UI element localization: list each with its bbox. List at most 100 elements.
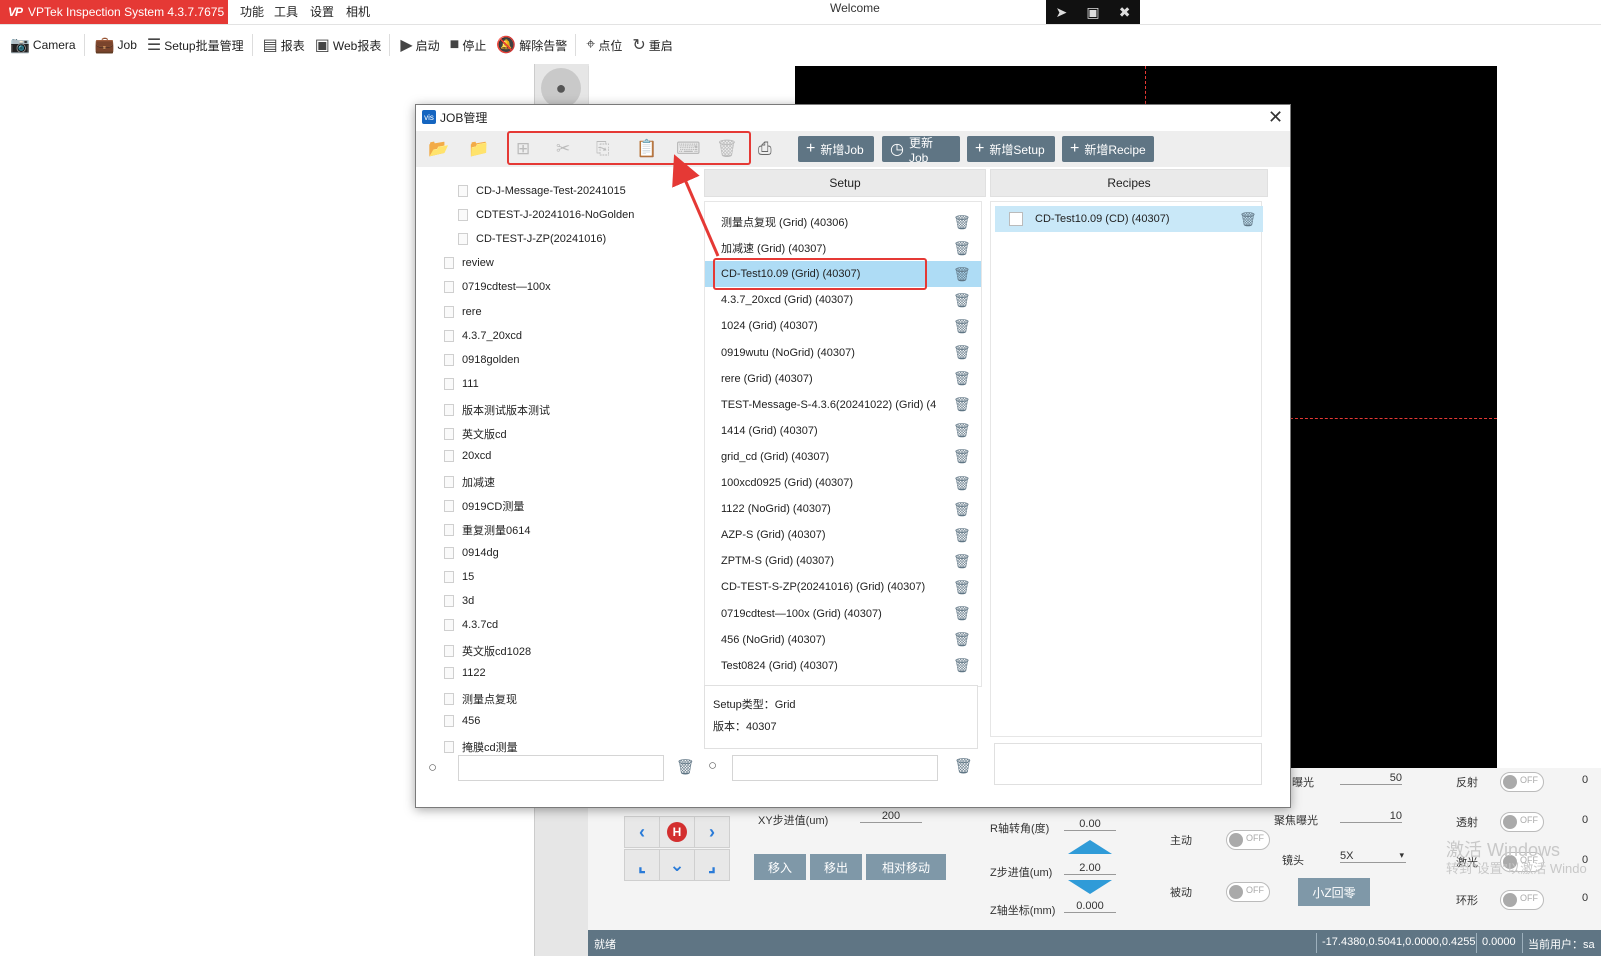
recipe-list[interactable]: CD-Test10.09 (CD) (40307) 🗑 <box>990 201 1263 737</box>
ring-toggle[interactable]: OFF <box>1500 890 1544 910</box>
tree-item[interactable]: 英文版cd <box>444 426 507 442</box>
setup-search-input[interactable] <box>732 755 938 781</box>
trash-icon[interactable]: 🗑 <box>953 292 971 309</box>
setup-item[interactable]: 4.3.7_20xcd (Grid) (40307) 🗑 <box>705 287 981 313</box>
tree-item[interactable]: 111 <box>444 377 479 390</box>
tree-item[interactable]: CDTEST-J-20241016-NoGolden <box>458 209 634 222</box>
setup-item[interactable]: 测量点复现 (Grid) (40306) 🗑 <box>705 209 981 235</box>
trash-icon[interactable]: 🗑 <box>1239 211 1257 228</box>
passive-toggle[interactable]: OFF <box>1226 882 1270 902</box>
trash-icon[interactable]: 🗑 <box>954 757 973 775</box>
report-button[interactable]: ▤ 报表 <box>263 30 305 60</box>
recipe-item[interactable]: CD-Test10.09 (CD) (40307) 🗑 <box>995 206 1263 232</box>
tree-item[interactable]: 英文版cd1028 <box>444 643 531 659</box>
relative-move-button[interactable]: 相对移动 <box>866 854 946 880</box>
tree-item[interactable]: 0918golden <box>444 353 520 366</box>
tree-item[interactable]: 456 <box>444 715 480 728</box>
camera-button[interactable]: 📷 Camera <box>10 30 76 60</box>
new-setup-button[interactable]: + 新增Setup <box>967 136 1055 162</box>
update-job-button[interactable]: ◷ 更新Job <box>882 136 960 165</box>
recipe-checkbox[interactable] <box>1009 212 1023 226</box>
menu-tools[interactable]: 工具 <box>274 3 298 20</box>
active-toggle[interactable]: OFF <box>1226 830 1270 850</box>
move-right-button[interactable]: › <box>694 816 730 848</box>
trash-icon[interactable]: 🗑 <box>953 240 971 257</box>
reflect-toggle[interactable]: OFF <box>1500 772 1544 792</box>
setup-item[interactable]: 1122 (NoGrid) (40307) 🗑 <box>705 496 981 522</box>
z-down-arrow-icon[interactable] <box>1068 880 1112 894</box>
corner-bottom-right-button[interactable]: ⌟ <box>694 849 730 881</box>
start-button[interactable]: ▶ 启动 <box>400 30 439 60</box>
trash-icon[interactable]: 🗑 <box>953 501 971 518</box>
trash-icon[interactable]: 🗑 <box>953 631 971 648</box>
restore-icon[interactable]: ▣ <box>1086 4 1099 21</box>
tree-item[interactable]: 3d <box>444 594 474 607</box>
r-angle-input[interactable]: 0.00 <box>1064 818 1116 831</box>
tree-item[interactable]: 20xcd <box>444 450 491 463</box>
menu-function[interactable]: 功能 <box>240 3 264 20</box>
stop-button[interactable]: ■ 停止 <box>450 30 487 60</box>
folder-icon[interactable]: 📁 <box>468 139 489 159</box>
move-down-button[interactable]: ⌄ <box>659 849 695 881</box>
trash-icon[interactable]: 🗑 <box>953 605 971 622</box>
setup-item[interactable]: Test0824 (Grid) (40307) 🗑 <box>705 653 981 679</box>
tree-item[interactable]: 1122 <box>444 667 486 679</box>
clear-alarm-button[interactable]: 🔕 解除告警 <box>496 30 567 60</box>
setup-item[interactable]: ZPTM-S (Grid) (40307) 🗑 <box>705 548 981 574</box>
close-icon[interactable]: ✖ <box>1119 4 1131 21</box>
history-icon[interactable]: ⎙ <box>758 139 772 159</box>
menu-camera[interactable]: 相机 <box>346 3 370 20</box>
focus-exposure-input[interactable]: 10 <box>1340 810 1402 823</box>
tree-item[interactable]: 加减速 <box>444 474 495 490</box>
trash-icon[interactable]: 🗑 <box>953 370 971 387</box>
lens-select[interactable]: 5X ▾ <box>1340 850 1406 863</box>
trash-icon[interactable]: 🗑 <box>676 758 695 776</box>
trash-icon[interactable]: 🗑 <box>953 214 971 231</box>
setup-item[interactable]: AZP-S (Grid) (40307) 🗑 <box>705 522 981 548</box>
setup-item[interactable]: 1024 (Grid) (40307) 🗑 <box>705 313 981 339</box>
job-button[interactable]: 💼 Job <box>95 30 137 60</box>
job-tree[interactable]: CD-J-Message-Test-20241015 CDTEST-J-20241… <box>426 177 716 755</box>
trash-icon[interactable]: 🗑 <box>953 448 971 465</box>
setup-item[interactable]: 0719cdtest—100x (Grid) (40307) 🗑 <box>705 601 981 627</box>
move-in-button[interactable]: 移入 <box>754 854 806 880</box>
trash-icon[interactable]: 🗑 <box>953 527 971 544</box>
xy-step-input[interactable]: 200 <box>860 810 922 823</box>
exposure-input[interactable]: 50 <box>1340 772 1402 785</box>
move-out-button[interactable]: 移出 <box>810 854 862 880</box>
tree-item[interactable]: rere <box>444 305 482 318</box>
z-up-arrow-icon[interactable] <box>1068 840 1112 854</box>
tree-item[interactable]: CD-J-Message-Test-20241015 <box>458 185 626 197</box>
setup-item[interactable]: 100xcd0925 (Grid) (40307) 🗑 <box>705 470 981 496</box>
trash-icon[interactable]: 🗑 <box>953 344 971 361</box>
setup-batch-button[interactable]: ☰ Setup批量管理 <box>147 30 244 60</box>
tree-item[interactable]: review <box>444 257 494 270</box>
transmit-toggle[interactable]: OFF <box>1500 812 1544 832</box>
setup-item[interactable]: 1414 (Grid) (40307) 🗑 <box>705 418 981 444</box>
restart-button[interactable]: ↻ 重启 <box>632 30 672 60</box>
home-button[interactable]: H <box>659 816 695 848</box>
setup-item[interactable]: 0919wutu (NoGrid) (40307) 🗑 <box>705 340 981 366</box>
trash-icon[interactable]: 🗑 <box>953 579 971 596</box>
tree-item[interactable]: 4.3.7cd <box>444 618 498 631</box>
setup-item[interactable]: rere (Grid) (40307) 🗑 <box>705 366 981 392</box>
tree-item[interactable]: 掩膜cd测量 <box>444 739 518 755</box>
tree-item[interactable]: CD-TEST-J-ZP(20241016) <box>458 233 606 246</box>
z-step-input[interactable]: 2.00 <box>1064 862 1116 875</box>
tree-item[interactable]: 重复测量0614 <box>444 522 530 538</box>
trash-icon[interactable]: 🗑 <box>953 475 971 492</box>
point-button[interactable]: ⌖ 点位 <box>586 30 622 60</box>
new-recipe-button[interactable]: + 新增Recipe <box>1062 136 1154 162</box>
tree-item[interactable]: 0919CD测量 <box>444 498 524 514</box>
tree-item[interactable]: 15 <box>444 570 474 583</box>
tree-search-input[interactable] <box>458 755 664 781</box>
corner-bottom-left-button[interactable]: ⌞ <box>624 849 660 881</box>
tree-item[interactable]: 0719cdtest—100x <box>444 281 551 294</box>
pin-icon[interactable]: ➤ <box>1056 4 1068 21</box>
move-left-button[interactable]: ‹ <box>624 816 660 848</box>
trash-icon[interactable]: 🗑 <box>953 553 971 570</box>
setup-item[interactable]: TEST-Message-S-4.3.6(20241022) (Grid) (4… <box>705 392 981 418</box>
open-folder-icon[interactable]: 📂 <box>428 139 449 159</box>
setup-item[interactable]: CD-TEST-S-ZP(20241016) (Grid) (40307) 🗑 <box>705 574 981 600</box>
trash-icon[interactable]: 🗑 <box>953 266 971 283</box>
